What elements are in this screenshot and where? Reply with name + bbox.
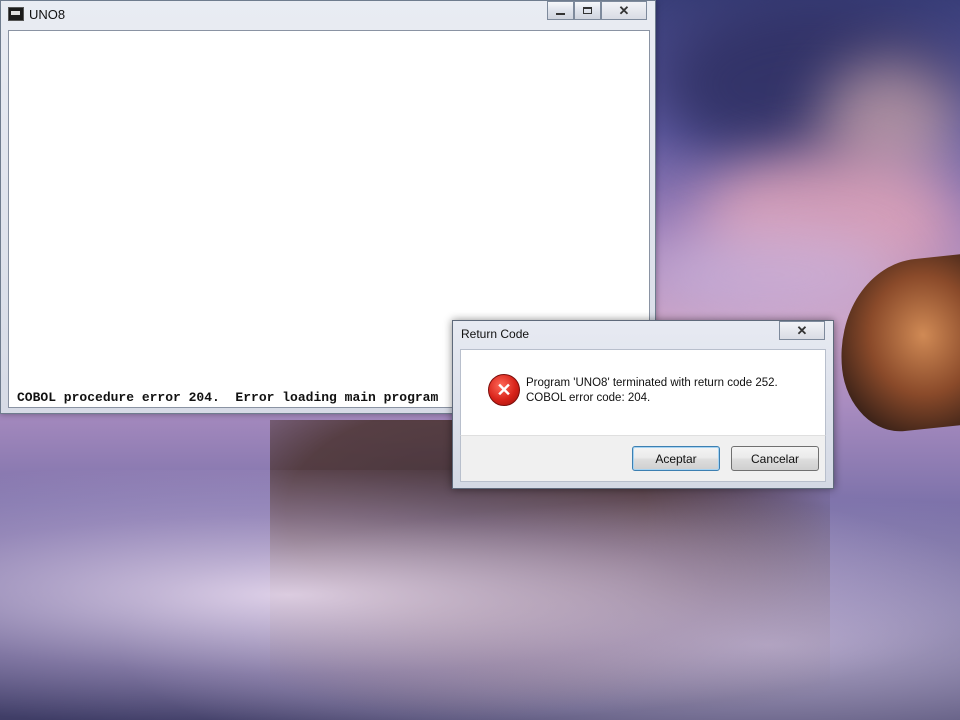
minimize-button[interactable]	[547, 1, 574, 20]
accept-button[interactable]: Aceptar	[632, 446, 720, 471]
dialog-button-bar: Aceptar Cancelar	[460, 435, 826, 482]
console-caption-buttons: ✕	[547, 1, 647, 21]
close-icon: ✕	[618, 3, 630, 18]
error-x-icon: ✕	[496, 380, 512, 400]
dialog-message-area: ✕ Program 'UNO8' terminated with return …	[460, 349, 826, 435]
console-title: UNO8	[29, 7, 66, 22]
console-error-line: COBOL procedure error 204. Error loading…	[17, 390, 439, 405]
error-icon: ✕	[488, 374, 520, 406]
maximize-button[interactable]	[574, 1, 601, 20]
dialog-message: Program 'UNO8' terminated with return co…	[526, 376, 778, 406]
return-code-dialog[interactable]: Return Code ✕ ✕ Program 'UNO8' terminate…	[452, 320, 834, 489]
cancel-button[interactable]: Cancelar	[731, 446, 819, 471]
console-titlebar[interactable]: UNO8 ✕	[1, 1, 655, 29]
wallpaper-waves	[0, 470, 960, 720]
close-icon: ✕	[796, 323, 808, 338]
dialog-title: Return Code	[461, 327, 530, 341]
dialog-close-button[interactable]: ✕	[779, 321, 825, 340]
minimize-icon	[556, 12, 565, 15]
close-button[interactable]: ✕	[601, 1, 647, 20]
dialog-message-line: COBOL error code: 204.	[526, 392, 651, 404]
dialog-caption-buttons: ✕	[779, 321, 825, 341]
maximize-icon	[583, 7, 592, 14]
dialog-message-line: Program 'UNO8' terminated with return co…	[526, 377, 778, 389]
console-app-icon[interactable]	[8, 7, 24, 21]
